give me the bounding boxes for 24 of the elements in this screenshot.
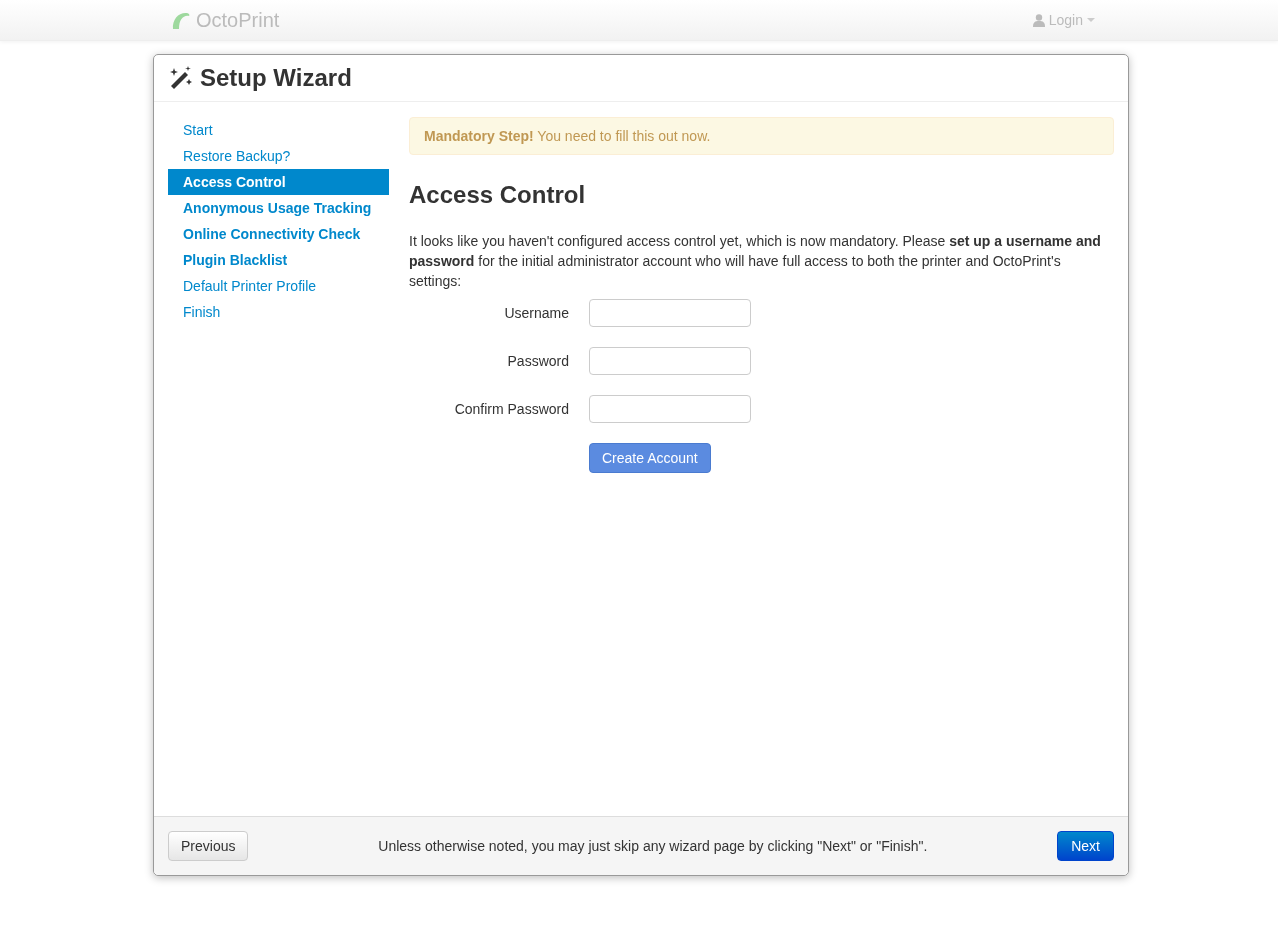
wizard-step-link[interactable]: Finish: [168, 299, 389, 325]
warning-alert: Mandatory Step! You need to fill this out now.: [409, 117, 1114, 155]
field-label: Username: [503, 305, 569, 321]
wizard-step-link[interactable]: Online Connectivity Check: [168, 221, 389, 247]
create-account-button[interactable]: Create Account: [589, 443, 711, 473]
wizard-step-link[interactable]: Start: [168, 117, 389, 143]
wizard-step-link[interactable]: Access Control: [168, 169, 389, 195]
dialog-title: Setup Wizard: [200, 64, 352, 92]
user-icon: [1032, 13, 1045, 27]
footer-note: Unless otherwise noted, you may just skip any wizard page by clicking "Next" or "Finish".: [378, 838, 928, 854]
caret-icon: [1087, 18, 1095, 22]
wizard-step-link[interactable]: Restore Backup?: [168, 143, 389, 169]
next-button[interactable]: Next: [1057, 831, 1114, 861]
input-field[interactable]: [589, 395, 751, 423]
wizard-step-link[interactable]: Default Printer Profile: [168, 273, 389, 299]
previous-button[interactable]: Previous: [168, 831, 249, 861]
field-label: Confirm Password: [453, 401, 569, 417]
input-field[interactable]: [589, 347, 751, 375]
section-heading: Access Control: [409, 181, 587, 209]
wizard-step-link[interactable]: Plugin Blacklist: [168, 247, 389, 273]
field-label: Password: [506, 353, 569, 369]
wizard-step-link[interactable]: Anonymous Usage Tracking: [168, 195, 389, 221]
input-field[interactable]: [589, 299, 751, 327]
intro-paragraph: It looks like you haven't configured access control yet, which is now mandatory. Please set up a username and password for the initial administrator account who will have full access to both the printer and OctoPrint's settings:: [409, 232, 1102, 291]
